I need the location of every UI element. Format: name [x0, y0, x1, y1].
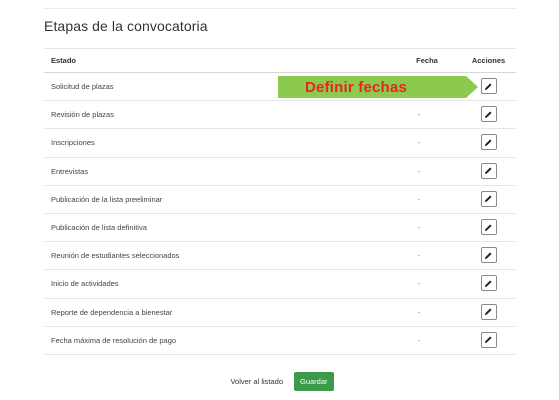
back-to-list-button[interactable]: Volver al listado: [225, 373, 288, 390]
table-header: Estado Fecha Acciones: [44, 48, 516, 73]
table-row: Fecha máxima de resolución de pago -: [44, 327, 516, 355]
pencil-icon: [484, 308, 492, 316]
row-estado: Revisión de plazas: [51, 110, 114, 120]
edit-button[interactable]: [480, 247, 497, 264]
pencil-icon: [484, 195, 492, 203]
row-fecha: -: [417, 194, 421, 204]
row-estado: Inscripciones: [51, 138, 95, 148]
top-divider: [44, 8, 516, 9]
table-row: Entrevistas -: [44, 158, 516, 186]
table-row: Publicación de la lista preeliminar -: [44, 186, 516, 214]
row-estado: Publicación de lista definitiva: [51, 223, 147, 233]
header-estado: Estado: [51, 56, 77, 65]
edit-button[interactable]: [480, 134, 497, 151]
pencil-icon: [484, 111, 492, 118]
edit-button[interactable]: [480, 78, 497, 95]
row-fecha: -: [417, 279, 421, 289]
table-row: Publicación de lista definitiva -: [44, 214, 516, 243]
callout-text: Definir fechas: [305, 78, 407, 96]
form-footer: Volver al listado Guardar: [0, 372, 559, 391]
table-row: Reporte de dependencia a bienestar -: [44, 299, 516, 327]
save-button[interactable]: Guardar: [294, 372, 334, 391]
header-fecha: Fecha: [416, 56, 438, 65]
edit-button[interactable]: [480, 190, 497, 207]
pencil-icon: [484, 336, 492, 344]
row-estado: Reporte de dependencia a bienestar: [51, 307, 173, 317]
row-fecha: -: [417, 251, 421, 261]
row-fecha: -: [417, 138, 421, 148]
pencil-icon: [484, 167, 492, 175]
table-row: Inicio de actividades -: [44, 270, 516, 299]
pencil-icon: [484, 280, 492, 288]
section-title: Etapas de la convocatoria: [44, 18, 208, 34]
table-row: Inscripciones -: [44, 129, 516, 158]
edit-button[interactable]: [480, 162, 497, 179]
edit-button[interactable]: [480, 219, 497, 236]
row-fecha: -: [417, 307, 421, 317]
edit-button[interactable]: [480, 106, 497, 123]
row-fecha: -: [417, 223, 421, 233]
edit-button[interactable]: [480, 331, 497, 348]
edit-button[interactable]: [480, 303, 497, 320]
table-row: Reunión de estudiantes seleccionados -: [44, 242, 516, 271]
row-estado: Inicio de actividades: [51, 279, 119, 289]
pencil-icon: [484, 83, 492, 90]
row-estado: Publicación de la lista preeliminar: [51, 194, 163, 204]
pencil-icon: [484, 223, 492, 231]
row-fecha: -: [417, 166, 421, 176]
table-row: Revisión de plazas -: [44, 101, 516, 130]
row-estado: Entrevistas: [51, 166, 89, 176]
header-acciones: Acciones: [471, 56, 506, 65]
pencil-icon: [484, 139, 492, 147]
row-fecha: -: [417, 110, 421, 120]
define-dates-callout: Definir fechas: [278, 76, 478, 98]
row-fecha: -: [417, 335, 421, 345]
pencil-icon: [484, 252, 492, 259]
row-estado: Reunión de estudiantes seleccionados: [51, 251, 180, 261]
row-estado: Fecha máxima de resolución de pago: [51, 335, 177, 345]
edit-button[interactable]: [480, 275, 497, 292]
